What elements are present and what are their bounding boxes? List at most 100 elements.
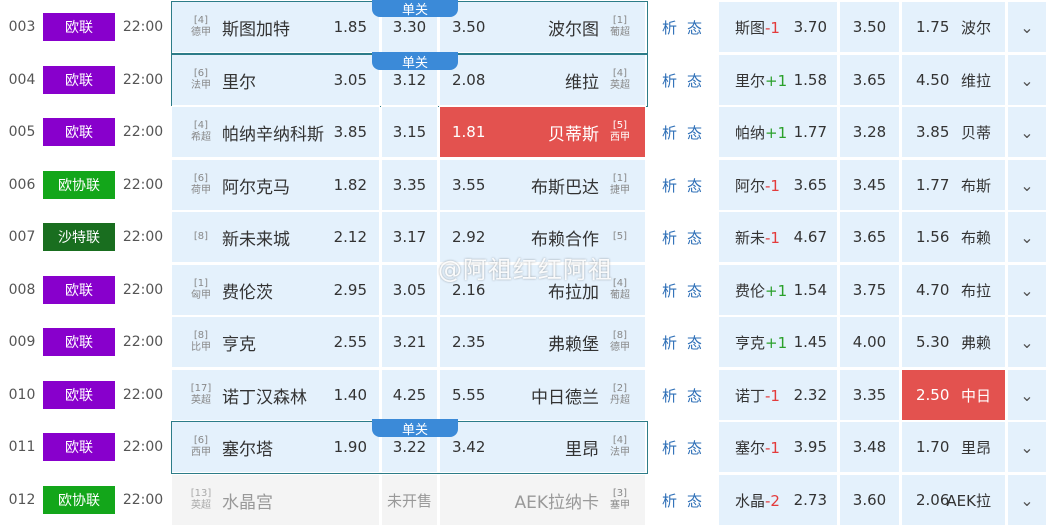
away-team-cell[interactable]: 3.50 波尔图 [1] 葡超 — [439, 1, 646, 53]
more-options-button[interactable]: ⌄ — [1007, 316, 1047, 368]
league-badge[interactable]: 欧联 — [43, 66, 115, 94]
league-badge[interactable]: 欧联 — [43, 381, 115, 409]
more-options-button[interactable]: ⌄ — [1007, 474, 1047, 526]
more-options-button[interactable]: ⌄ — [1007, 54, 1047, 106]
status-link[interactable]: 态 — [687, 437, 702, 458]
handicap-draw-cell[interactable]: 3.60 — [839, 474, 900, 526]
more-options-button[interactable]: ⌄ — [1007, 421, 1047, 473]
analysis-link[interactable]: 析 — [662, 280, 677, 301]
home-odd[interactable]: 1.90 — [334, 438, 367, 456]
handicap-draw-cell[interactable]: 3.65 — [839, 54, 900, 106]
status-link[interactable]: 态 — [687, 227, 702, 248]
more-options-button[interactable]: ⌄ — [1007, 369, 1047, 421]
handicap-home-cell[interactable]: 帕纳+1 1.77 — [718, 106, 838, 158]
analysis-link[interactable]: 析 — [662, 122, 677, 143]
handicap-away-cell[interactable]: 1.75 波尔 — [901, 1, 1006, 53]
handicap-home-cell[interactable]: 新未-1 4.67 — [718, 211, 838, 263]
handicap-away-cell[interactable]: 3.85 贝蒂 — [901, 106, 1006, 158]
handicap-away-cell[interactable]: 4.50 维拉 — [901, 54, 1006, 106]
analysis-link[interactable]: 析 — [662, 437, 677, 458]
draw-odd-cell[interactable]: 3.17 — [381, 211, 438, 263]
home-team-cell[interactable]: [1] 匈甲 费伦茨 2.95 — [171, 264, 380, 316]
handicap-draw-cell[interactable]: 3.50 — [839, 1, 900, 53]
handicap-away-cell[interactable]: 2.06 AEK拉 — [901, 474, 1006, 526]
handicap-draw-cell[interactable]: 3.65 — [839, 211, 900, 263]
home-odd[interactable]: 1.82 — [334, 176, 367, 194]
league-badge[interactable]: 欧联 — [43, 276, 115, 304]
league-badge[interactable]: 沙特联 — [43, 223, 115, 251]
draw-odd-cell[interactable]: 3.35 — [381, 159, 438, 211]
handicap-home-cell[interactable]: 斯图-1 3.70 — [718, 1, 838, 53]
handicap-draw-cell[interactable]: 3.45 — [839, 159, 900, 211]
analysis-link[interactable]: 析 — [662, 332, 677, 353]
more-options-button[interactable]: ⌄ — [1007, 264, 1047, 316]
handicap-draw-cell[interactable]: 3.35 — [839, 369, 900, 421]
analysis-link[interactable]: 析 — [662, 385, 677, 406]
away-team-cell[interactable]: 5.55 中日德兰 [2] 丹超 — [439, 369, 646, 421]
handicap-draw-cell[interactable]: 4.00 — [839, 316, 900, 368]
home-team-cell[interactable]: [6] 西甲 塞尔塔 1.90 — [171, 421, 380, 473]
handicap-home-cell[interactable]: 里尔+1 1.58 — [718, 54, 838, 106]
status-link[interactable]: 态 — [687, 490, 702, 511]
handicap-away-cell[interactable]: 1.77 布斯 — [901, 159, 1006, 211]
handicap-home-cell[interactable]: 塞尔-1 3.95 — [718, 421, 838, 473]
status-link[interactable]: 态 — [687, 332, 702, 353]
home-team-cell[interactable]: [17] 英超 诺丁汉森林 1.40 — [171, 369, 380, 421]
status-link[interactable]: 态 — [687, 385, 702, 406]
handicap-away-cell[interactable]: 2.50 中日 — [901, 369, 1006, 421]
league-badge[interactable]: 欧联 — [43, 328, 115, 356]
home-odd[interactable]: 2.12 — [334, 228, 367, 246]
home-odd[interactable]: 3.05 — [334, 71, 367, 89]
status-link[interactable]: 态 — [687, 70, 702, 91]
analysis-link[interactable]: 析 — [662, 227, 677, 248]
home-team-cell[interactable]: [4] 德甲 斯图加特 1.85 — [171, 1, 380, 53]
status-link[interactable]: 态 — [687, 175, 702, 196]
handicap-away-cell[interactable]: 5.30 弗赖 — [901, 316, 1006, 368]
more-options-button[interactable]: ⌄ — [1007, 159, 1047, 211]
away-team-cell[interactable]: 1.81 贝蒂斯 [5] 西甲 — [439, 106, 646, 158]
home-odd[interactable]: 3.85 — [334, 123, 367, 141]
handicap-home-cell[interactable]: 费伦+1 1.54 — [718, 264, 838, 316]
home-odd[interactable]: 1.85 — [334, 18, 367, 36]
more-options-button[interactable]: ⌄ — [1007, 106, 1047, 158]
league-badge[interactable]: 欧联 — [43, 118, 115, 146]
handicap-home-cell[interactable]: 诺丁-1 2.32 — [718, 369, 838, 421]
handicap-draw-cell[interactable]: 3.48 — [839, 421, 900, 473]
handicap-draw-cell[interactable]: 3.75 — [839, 264, 900, 316]
away-team-cell[interactable]: AEK拉纳卡 [3] 塞甲 — [439, 474, 646, 526]
status-link[interactable]: 态 — [687, 122, 702, 143]
more-options-button[interactable]: ⌄ — [1007, 211, 1047, 263]
analysis-link[interactable]: 析 — [662, 70, 677, 91]
analysis-link[interactable]: 析 — [662, 490, 677, 511]
home-team-cell[interactable]: [13] 英超 水晶宫 — [171, 474, 380, 526]
league-badge[interactable]: 欧联 — [43, 13, 115, 41]
analysis-link[interactable]: 析 — [662, 17, 677, 38]
more-options-button[interactable]: ⌄ — [1007, 1, 1047, 53]
league-badge[interactable]: 欧联 — [43, 433, 115, 461]
home-odd[interactable]: 1.40 — [334, 386, 367, 404]
home-team-cell[interactable]: [6] 荷甲 阿尔克马 1.82 — [171, 159, 380, 211]
home-odd[interactable]: 2.95 — [334, 281, 367, 299]
handicap-home-cell[interactable]: 阿尔-1 3.65 — [718, 159, 838, 211]
away-team-cell[interactable]: 3.55 布斯巴达 [1] 捷甲 — [439, 159, 646, 211]
handicap-away-cell[interactable]: 4.70 布拉 — [901, 264, 1006, 316]
handicap-away-cell[interactable]: 1.70 里昂 — [901, 421, 1006, 473]
league-badge[interactable]: 欧协联 — [43, 171, 115, 199]
away-team-cell[interactable]: 2.35 弗赖堡 [8] 德甲 — [439, 316, 646, 368]
draw-odd-cell[interactable]: 3.05 — [381, 264, 438, 316]
handicap-home-cell[interactable]: 亨克+1 1.45 — [718, 316, 838, 368]
status-link[interactable]: 态 — [687, 17, 702, 38]
handicap-away-cell[interactable]: 1.56 布赖 — [901, 211, 1006, 263]
home-team-cell[interactable]: [8] 新未来城 2.12 — [171, 211, 380, 263]
handicap-home-cell[interactable]: 水晶-2 2.73 — [718, 474, 838, 526]
handicap-draw-cell[interactable]: 3.28 — [839, 106, 900, 158]
draw-odd-cell[interactable]: 3.21 — [381, 316, 438, 368]
away-team-cell[interactable]: 3.42 里昂 [4] 法甲 — [439, 421, 646, 473]
home-team-cell[interactable]: [6] 法甲 里尔 3.05 — [171, 54, 380, 106]
draw-odd-cell[interactable]: 4.25 — [381, 369, 438, 421]
home-team-cell[interactable]: [4] 希超 帕纳辛纳科斯 3.85 — [171, 106, 380, 158]
draw-odd-cell[interactable]: 3.15 — [381, 106, 438, 158]
away-team-cell[interactable]: 2.08 维拉 [4] 英超 — [439, 54, 646, 106]
status-link[interactable]: 态 — [687, 280, 702, 301]
home-odd[interactable]: 2.55 — [334, 333, 367, 351]
